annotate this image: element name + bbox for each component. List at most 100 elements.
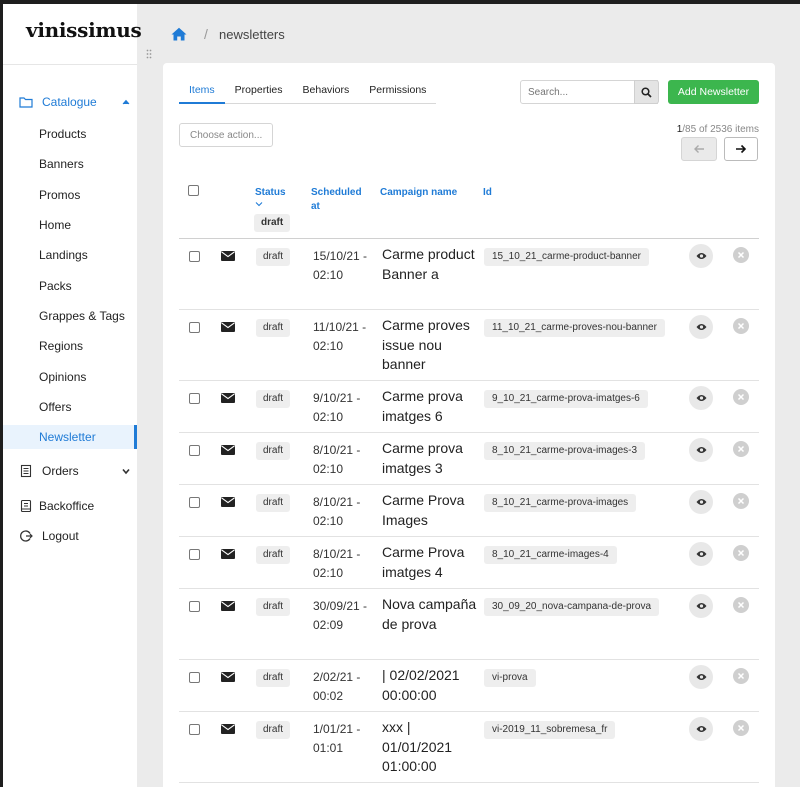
campaign-name[interactable]: | 02/02/2021 00:00:00 bbox=[382, 666, 477, 705]
campaign-name[interactable]: xxx | 01/01/2021 01:00:00 bbox=[382, 718, 477, 777]
row-checkbox[interactable] bbox=[189, 672, 200, 683]
envelope-icon bbox=[221, 724, 235, 734]
campaign-name[interactable]: Carme Prova imatges 4 bbox=[382, 543, 477, 582]
status-badge: draft bbox=[256, 494, 291, 512]
column-header-scheduled[interactable]: Scheduled at bbox=[311, 186, 371, 214]
eye-icon bbox=[696, 603, 706, 609]
sidebar-item-packs[interactable]: Packs bbox=[3, 274, 137, 298]
campaign-name[interactable]: Carme Prova Images bbox=[382, 491, 477, 530]
home-icon[interactable] bbox=[171, 27, 187, 41]
row-checkbox[interactable] bbox=[189, 601, 200, 612]
drag-handle-icon[interactable] bbox=[146, 49, 152, 59]
view-button[interactable] bbox=[689, 665, 713, 689]
delete-button[interactable] bbox=[733, 720, 749, 736]
close-icon bbox=[737, 445, 745, 453]
table-row[interactable]: draft 15/10/21 - 02:10 Carme product Ban… bbox=[179, 239, 759, 310]
delete-button[interactable] bbox=[733, 389, 749, 405]
sidebar-section-label: Logout bbox=[42, 529, 79, 543]
view-button[interactable] bbox=[689, 542, 713, 566]
view-button[interactable] bbox=[689, 386, 713, 410]
tab-items[interactable]: Items bbox=[179, 78, 225, 104]
tab-properties[interactable]: Properties bbox=[225, 78, 293, 104]
status-badge: draft bbox=[256, 442, 291, 460]
sidebar-item-offers[interactable]: Offers bbox=[3, 395, 137, 419]
view-button[interactable] bbox=[689, 438, 713, 462]
row-checkbox[interactable] bbox=[189, 322, 200, 333]
search-button[interactable] bbox=[634, 80, 659, 104]
row-checkbox[interactable] bbox=[189, 251, 200, 262]
row-checkbox[interactable] bbox=[189, 393, 200, 404]
view-button[interactable] bbox=[689, 490, 713, 514]
sidebar-item-landings[interactable]: Landings bbox=[3, 243, 137, 267]
campaign-name[interactable]: Nova campaña de prova bbox=[382, 595, 477, 634]
id-tag: vi-prova bbox=[484, 669, 536, 687]
choose-action-select[interactable]: Choose action... bbox=[179, 123, 273, 147]
sidebar-item-label: Promos bbox=[39, 188, 81, 202]
envelope-icon bbox=[221, 672, 235, 682]
column-header-campaign[interactable]: Campaign name bbox=[380, 186, 457, 200]
sidebar-item-banners[interactable]: Banners bbox=[3, 152, 137, 176]
row-checkbox[interactable] bbox=[189, 724, 200, 735]
view-button[interactable] bbox=[689, 594, 713, 618]
table-row[interactable]: draft 30/09/21 - 02:09 Nova campaña de p… bbox=[179, 589, 759, 660]
sidebar-item-products[interactable]: Products bbox=[3, 122, 137, 146]
campaign-name[interactable]: Carme product Banner a bbox=[382, 245, 477, 284]
status-filter-badge[interactable]: draft bbox=[254, 214, 291, 232]
book-icon bbox=[20, 499, 32, 513]
delete-button[interactable] bbox=[733, 597, 749, 613]
row-checkbox[interactable] bbox=[189, 497, 200, 508]
sidebar-item-regions[interactable]: Regions bbox=[3, 334, 137, 358]
campaign-name[interactable]: Carme prova imatges 3 bbox=[382, 439, 477, 478]
delete-button[interactable] bbox=[733, 441, 749, 457]
sidebar-section-backoffice[interactable]: Backoffice bbox=[3, 495, 137, 517]
add-newsletter-button[interactable]: Add Newsletter bbox=[668, 80, 759, 104]
sidebar-item-opinions[interactable]: Opinions bbox=[3, 365, 137, 389]
tab-permissions[interactable]: Permissions bbox=[359, 78, 436, 104]
prev-page-button[interactable] bbox=[681, 137, 717, 161]
id-tag: 15_10_21_carme-product-banner bbox=[484, 248, 649, 266]
envelope-icon bbox=[221, 549, 235, 559]
sidebar-section-catalogue[interactable]: Catalogue bbox=[3, 91, 137, 113]
table-row[interactable]: draft 8/10/21 - 02:10 Carme prova imatge… bbox=[179, 433, 759, 485]
close-icon bbox=[737, 601, 745, 609]
app-logo[interactable]: vinissimus bbox=[26, 18, 142, 42]
next-page-button[interactable] bbox=[724, 137, 758, 161]
table-row[interactable]: draft 9/10/21 - 02:10 Carme prova imatge… bbox=[179, 381, 759, 433]
sidebar-item-grappes-tags[interactable]: Grappes & Tags bbox=[3, 304, 137, 328]
row-checkbox[interactable] bbox=[189, 445, 200, 456]
table-row[interactable]: draft 8/10/21 - 02:10 Carme Prova imatge… bbox=[179, 537, 759, 589]
view-button[interactable] bbox=[689, 717, 713, 741]
table-row[interactable]: draft 2/02/21 - 00:02 | 02/02/2021 00:00… bbox=[179, 660, 759, 712]
sort-down-icon[interactable] bbox=[255, 200, 263, 208]
close-icon bbox=[737, 497, 745, 505]
breadcrumb-current: newsletters bbox=[219, 27, 285, 42]
delete-button[interactable] bbox=[733, 668, 749, 684]
sidebar-section-orders[interactable]: Orders bbox=[3, 460, 137, 482]
sidebar-item-promos[interactable]: Promos bbox=[3, 183, 137, 207]
sidebar: vinissimus Catalogue Products Banners Pr… bbox=[3, 4, 142, 787]
sidebar-section-logout[interactable]: Logout bbox=[3, 525, 137, 547]
arrow-right-icon bbox=[736, 144, 747, 154]
delete-button[interactable] bbox=[733, 493, 749, 509]
row-checkbox[interactable] bbox=[189, 549, 200, 560]
pagination-info: 1/85 of 2536 items bbox=[677, 124, 759, 135]
campaign-name[interactable]: Carme prova imatges 6 bbox=[382, 387, 477, 426]
delete-button[interactable] bbox=[733, 318, 749, 334]
delete-button[interactable] bbox=[733, 545, 749, 561]
select-all-checkbox[interactable] bbox=[188, 185, 199, 196]
campaign-name[interactable]: Carme proves issue nou banner bbox=[382, 316, 477, 375]
delete-button[interactable] bbox=[733, 247, 749, 263]
table-row[interactable]: draft 8/10/21 - 02:10 Carme Prova Images… bbox=[179, 485, 759, 537]
sidebar-item-label: Newsletter bbox=[39, 430, 96, 444]
status-badge: draft bbox=[256, 669, 291, 687]
sidebar-item-newsletter[interactable]: Newsletter bbox=[3, 425, 137, 449]
tab-behaviors[interactable]: Behaviors bbox=[293, 78, 360, 104]
column-header-id[interactable]: Id bbox=[483, 186, 492, 200]
column-header-status[interactable]: Status bbox=[255, 186, 286, 200]
view-button[interactable] bbox=[689, 315, 713, 339]
view-button[interactable] bbox=[689, 244, 713, 268]
sidebar-item-home[interactable]: Home bbox=[3, 213, 137, 237]
table-row[interactable]: draft 11/10/21 - 02:10 Carme proves issu… bbox=[179, 310, 759, 381]
eye-icon bbox=[696, 726, 706, 732]
table-row[interactable]: draft 1/01/21 - 01:01 xxx | 01/01/2021 0… bbox=[179, 712, 759, 783]
